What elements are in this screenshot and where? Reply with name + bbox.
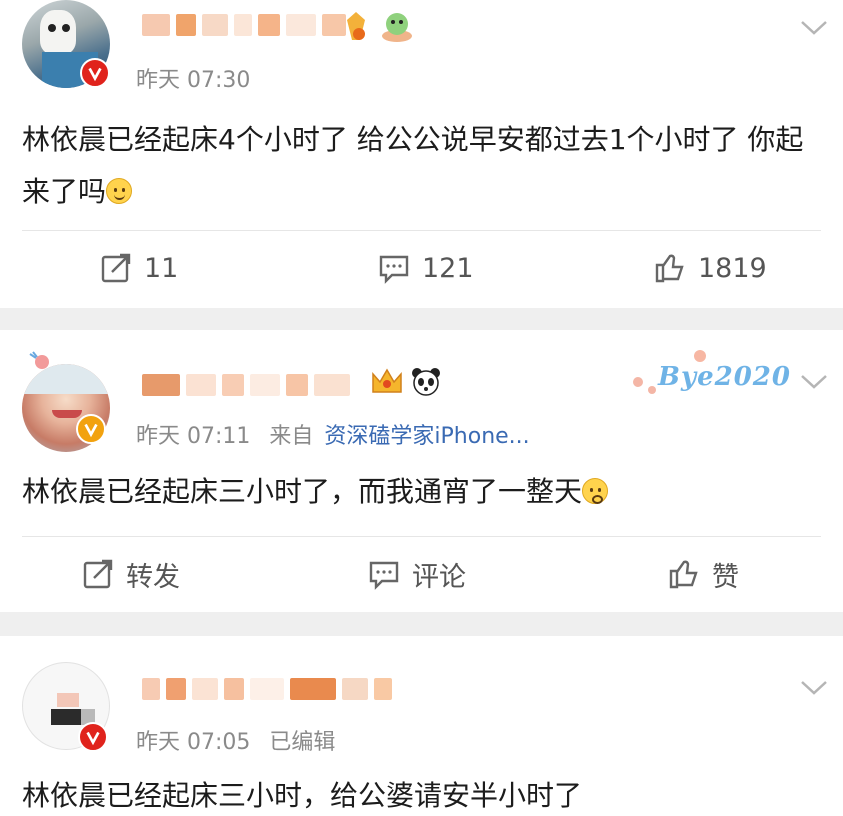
repost-icon xyxy=(101,253,131,283)
smile-emoji-icon xyxy=(106,178,133,204)
action-bar: 转发 评论 赞 xyxy=(0,544,843,604)
comment-count: 121 xyxy=(422,252,474,284)
like-button[interactable]: 1819 xyxy=(654,238,767,298)
bye2020-sticker: Bye2020 xyxy=(628,348,790,406)
post-text-content: 林依晨已经起床4个小时了 给公公说早安都过去1个小时了 你起来了吗 xyxy=(22,123,804,208)
post-meta: 昨天 07:11 来自 资深磕学家iPhone... xyxy=(136,418,530,450)
post-card: Bye2020 昨天 07:11 来自 资深磕学家iPhone... 林依晨已经… xyxy=(0,330,843,612)
divider xyxy=(22,536,821,537)
crown-icon xyxy=(370,366,404,396)
mascot-icon xyxy=(380,8,414,44)
post-time: 昨天 07:05 xyxy=(136,730,251,755)
source-link[interactable]: 资深磕学家iPhone... xyxy=(324,424,529,449)
chevron-down-icon[interactable] xyxy=(799,372,829,392)
sad-emoji-icon xyxy=(582,478,609,504)
comment-label: 评论 xyxy=(412,561,466,593)
comment-icon xyxy=(369,561,399,590)
username[interactable] xyxy=(142,372,350,398)
action-bar: 11 121 1819 xyxy=(0,238,843,298)
verified-badge-icon xyxy=(80,58,110,88)
post-time: 昨天 07:11 xyxy=(136,424,251,449)
post-text: 林依晨已经起床4个小时了 给公公说早安都过去1个小时了 你起来了吗 xyxy=(22,114,821,218)
chevron-down-icon[interactable] xyxy=(799,18,829,38)
username[interactable] xyxy=(142,12,346,38)
source-prefix: 来自 xyxy=(269,424,314,449)
post-card: 昨天 07:30 林依晨已经起床4个小时了 给公公说早安都过去1个小时了 你起来… xyxy=(0,0,843,308)
thumbs-up-icon xyxy=(655,254,684,283)
comment-icon xyxy=(379,255,409,284)
like-count: 1819 xyxy=(698,252,767,284)
weibo-feed: 昨天 07:30 林依晨已经起床4个小时了 给公公说早安都过去1个小时了 你起来… xyxy=(0,0,843,816)
post-text-content: 林依晨已经起床三小时，给公婆请安半小时了 xyxy=(22,779,583,812)
post-time: 昨天 07:30 xyxy=(136,68,251,93)
repost-label: 转发 xyxy=(126,561,180,593)
sticker-text: Bye2020 xyxy=(658,362,791,392)
like-button[interactable]: 赞 xyxy=(668,544,739,604)
chevron-down-icon[interactable] xyxy=(799,678,829,698)
repost-count: 11 xyxy=(144,252,179,284)
repost-button[interactable]: 11 xyxy=(100,238,178,298)
repost-icon xyxy=(83,559,113,589)
post-text: 林依晨已经起床三小时了，而我通宵了一整天 xyxy=(22,466,821,518)
like-label: 赞 xyxy=(712,561,739,593)
verified-badge-icon xyxy=(76,414,106,444)
post-text-content: 林依晨已经起床三小时了，而我通宵了一整天 xyxy=(22,475,583,508)
post-meta: 昨天 07:05 已编辑 xyxy=(136,724,335,756)
post-meta: 昨天 07:30 xyxy=(136,62,250,94)
repost-button[interactable]: 转发 xyxy=(82,544,180,604)
thumbs-up-icon xyxy=(669,560,698,589)
verified-badge-icon xyxy=(78,722,108,752)
divider xyxy=(22,230,821,231)
edited-label: 已编辑 xyxy=(269,730,336,755)
username[interactable] xyxy=(142,676,392,702)
post-card: 昨天 07:05 已编辑 林依晨已经起床三小时，给公婆请安半小时了 xyxy=(0,636,843,816)
sparkle-icon xyxy=(28,350,58,374)
level-medal-icon xyxy=(345,10,367,42)
comment-button[interactable]: 评论 xyxy=(368,544,466,604)
comment-button[interactable]: 121 xyxy=(378,238,474,298)
panda-icon xyxy=(410,366,442,396)
post-text: 林依晨已经起床三小时，给公婆请安半小时了 xyxy=(22,770,821,816)
